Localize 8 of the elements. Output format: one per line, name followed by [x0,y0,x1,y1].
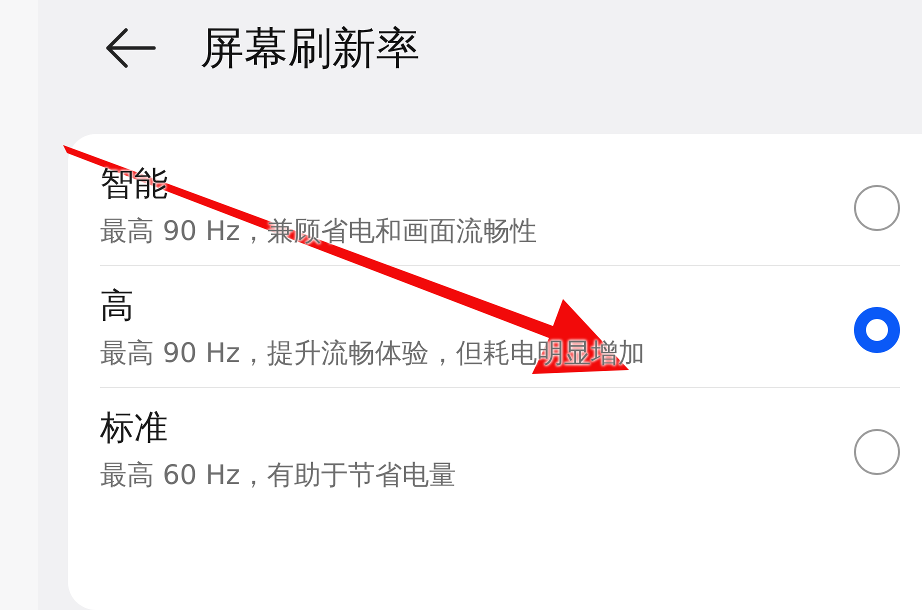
back-arrow-icon[interactable] [104,28,156,68]
option-title: 高 [100,285,134,328]
option-title: 标准 [100,407,168,450]
radio-button[interactable] [854,306,900,353]
radio-button[interactable] [854,184,900,231]
option-description: 最高 60 Hz，有助于节省电量 [100,459,456,494]
page-title: 屏幕刷新率 [200,22,420,76]
radio-button[interactable] [854,428,900,475]
